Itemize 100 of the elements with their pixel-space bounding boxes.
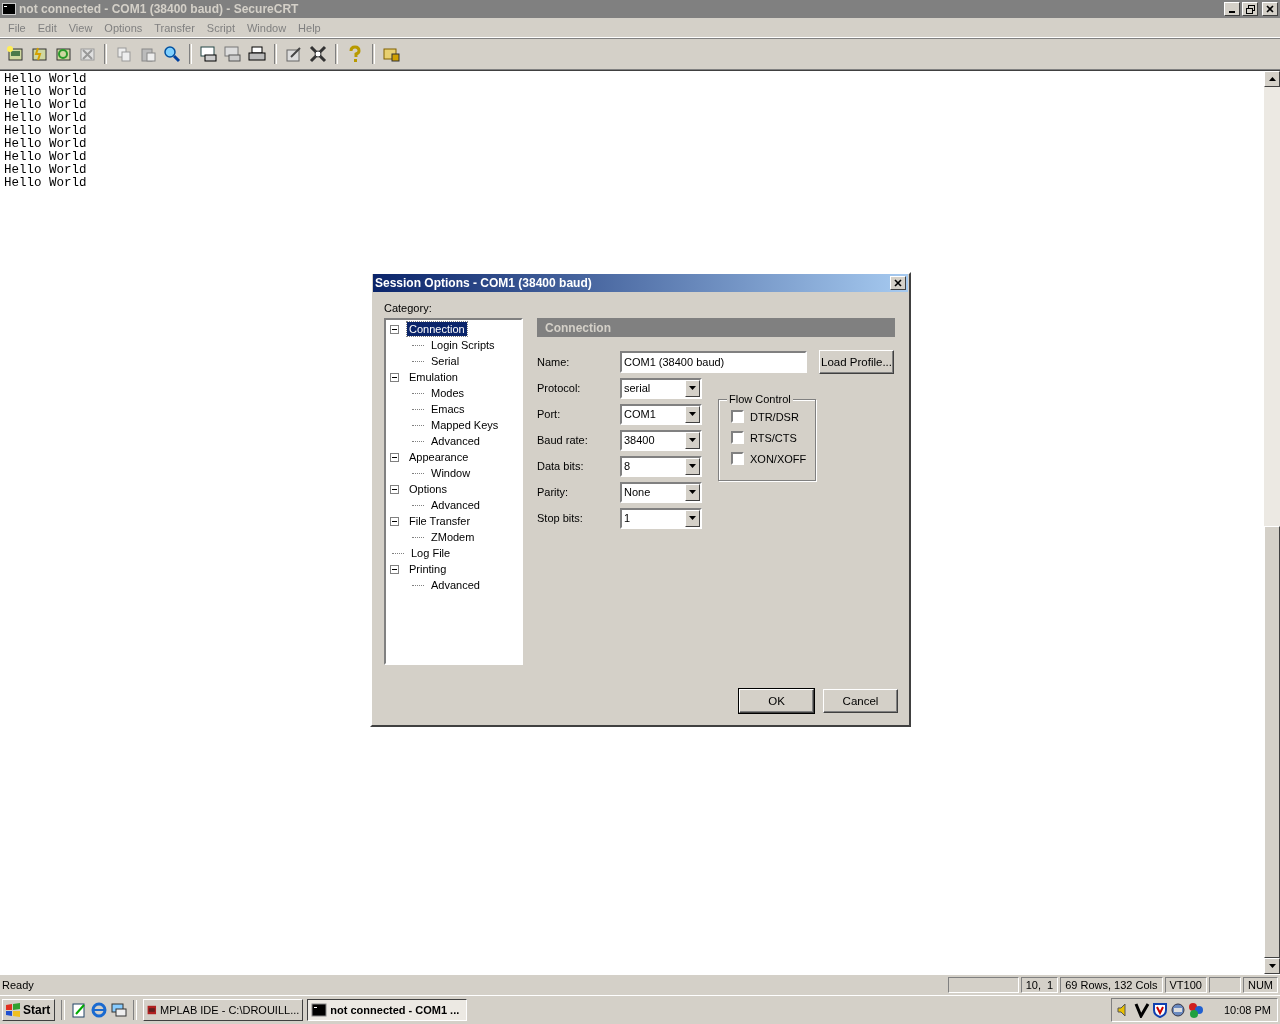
tree-item[interactable]: Advanced <box>429 434 482 448</box>
terminal-line: Hello World <box>4 99 87 112</box>
network-icon[interactable] <box>1169 1002 1186 1018</box>
dropdown[interactable]: COM1 <box>620 403 702 425</box>
taskbar-button[interactable]: MPLAB IDE - C:\DROUILL... <box>143 999 304 1021</box>
global-options-icon[interactable] <box>309 45 327 63</box>
caret-icon <box>689 386 696 390</box>
notepad-icon[interactable] <box>71 1002 88 1018</box>
tree-item[interactable]: Appearance <box>407 450 471 464</box>
field-label: Name: <box>537 356 571 368</box>
tree-item[interactable]: Modes <box>429 386 467 400</box>
tree-item[interactable]: Emulation <box>407 370 460 384</box>
status-pane <box>1208 977 1241 993</box>
tree-item[interactable]: ZModem <box>429 530 477 544</box>
terminal-icon <box>311 1002 328 1018</box>
tree-expander-icon[interactable] <box>390 516 399 526</box>
caret-icon <box>689 490 696 494</box>
checkbox-label: XON/XOFF <box>750 452 807 465</box>
caret-icon <box>689 516 696 520</box>
vertical-scrollbar[interactable] <box>1264 71 1280 974</box>
terminal-line: Hello World <box>4 112 87 125</box>
tree-item[interactable]: Printing <box>407 562 449 576</box>
status-pane: NUM <box>1242 977 1278 993</box>
search-icon[interactable] <box>163 45 181 63</box>
load-profile-button[interactable]: Load Profile... <box>819 350 894 374</box>
tree-expander-icon[interactable] <box>390 324 399 334</box>
quick-connect-icon[interactable] <box>30 45 48 63</box>
print-screen-icon[interactable] <box>200 45 218 63</box>
tree-expander-icon[interactable] <box>390 564 399 574</box>
close-icon <box>1266 5 1274 13</box>
tree-item[interactable]: Options <box>407 482 449 496</box>
checkbox[interactable] <box>731 452 744 465</box>
clock: 10:08 PM <box>1223 1004 1271 1016</box>
dropdown[interactable]: 1 <box>620 507 702 529</box>
desktop-icon[interactable] <box>111 1002 128 1018</box>
close-button[interactable] <box>1262 2 1278 16</box>
session-options-icon[interactable] <box>285 45 303 63</box>
tree-item[interactable]: Log File <box>409 546 453 560</box>
minimize-button[interactable] <box>1224 2 1240 16</box>
close-button[interactable] <box>890 276 906 290</box>
name-field[interactable]: COM1 (38400 baud) <box>620 351 807 373</box>
printer-icon[interactable] <box>248 45 266 63</box>
key-folder-icon[interactable] <box>383 45 401 63</box>
cancel-button[interactable]: Cancel <box>823 689 898 713</box>
tree-item[interactable]: Advanced <box>429 498 482 512</box>
scroll-up-icon[interactable] <box>1268 77 1276 81</box>
dropdown[interactable]: 8 <box>620 455 702 477</box>
status-pane: VT100 <box>1164 977 1207 993</box>
checkbox[interactable] <box>731 410 744 423</box>
dialog-title: Session Options - COM1 (38400 baud) <box>375 276 593 290</box>
field-label: Baud rate: <box>537 434 589 446</box>
tree-expander-icon[interactable] <box>390 484 399 494</box>
terminal-icon <box>2 3 16 15</box>
start-button[interactable]: Start <box>2 999 56 1021</box>
tree-expander-icon[interactable] <box>390 452 399 462</box>
browser-icon[interactable] <box>91 1002 108 1018</box>
field-label: Stop bits: <box>537 512 584 524</box>
restore-icon <box>1245 4 1255 14</box>
tree-item[interactable]: Mapped Keys <box>429 418 501 432</box>
tree-item[interactable]: File Transfer <box>407 514 473 528</box>
category-label: Category: <box>384 302 433 315</box>
field-label: Parity: <box>537 486 570 498</box>
restore-button[interactable] <box>1242 2 1258 16</box>
checkbox-label: DTR/DSR <box>750 410 799 423</box>
print-selection-icon[interactable] <box>224 45 242 63</box>
status-pane: 10, 1 <box>1020 977 1059 993</box>
dropdown[interactable]: None <box>620 481 702 503</box>
caret-icon <box>689 464 696 468</box>
close-icon <box>894 279 902 287</box>
field-label: Data bits: <box>537 460 585 472</box>
status-pane: 69 Rows, 132 Cols <box>1060 977 1163 993</box>
v-check-icon[interactable] <box>1133 1002 1150 1018</box>
tree-expander-icon[interactable] <box>390 372 399 382</box>
field-label: Protocol: <box>537 382 582 394</box>
caret-icon <box>689 412 696 416</box>
tree-item[interactable]: Serial <box>429 354 462 368</box>
dropdown[interactable]: serial <box>620 377 702 399</box>
scroll-down-icon[interactable] <box>1268 964 1276 968</box>
dropdown[interactable]: 38400 <box>620 429 702 451</box>
panel-title: Connection <box>545 320 611 335</box>
window-title: not connected - COM1 (38400 baud) - SecureCRT <box>19 2 300 16</box>
group-title: Flow Control <box>727 393 793 405</box>
connect-icon[interactable] <box>6 45 24 63</box>
shield-icon[interactable] <box>1151 1002 1168 1018</box>
tree-item[interactable]: Login Scripts <box>429 338 497 352</box>
terminal-line: Hello World <box>4 164 87 177</box>
colored-balls-icon[interactable] <box>1187 1002 1204 1018</box>
checkbox-label: RTS/CTS <box>750 431 797 444</box>
reconnect-icon[interactable] <box>54 45 72 63</box>
checkbox[interactable] <box>731 431 744 444</box>
terminal-line: Hello World <box>4 138 87 151</box>
tree-item[interactable]: Emacs <box>429 402 467 416</box>
status-text: Ready <box>2 979 35 991</box>
tree-item[interactable]: Connection <box>407 322 467 336</box>
tree-item[interactable]: Window <box>429 466 473 480</box>
ok-button[interactable]: OK <box>739 689 814 713</box>
tree-item[interactable]: Advanced <box>429 578 482 592</box>
taskbar-button[interactable]: not connected - COM1 ... <box>307 999 468 1021</box>
terminal-line: Hello World <box>4 177 87 190</box>
terminal-line: Hello World <box>4 73 87 86</box>
